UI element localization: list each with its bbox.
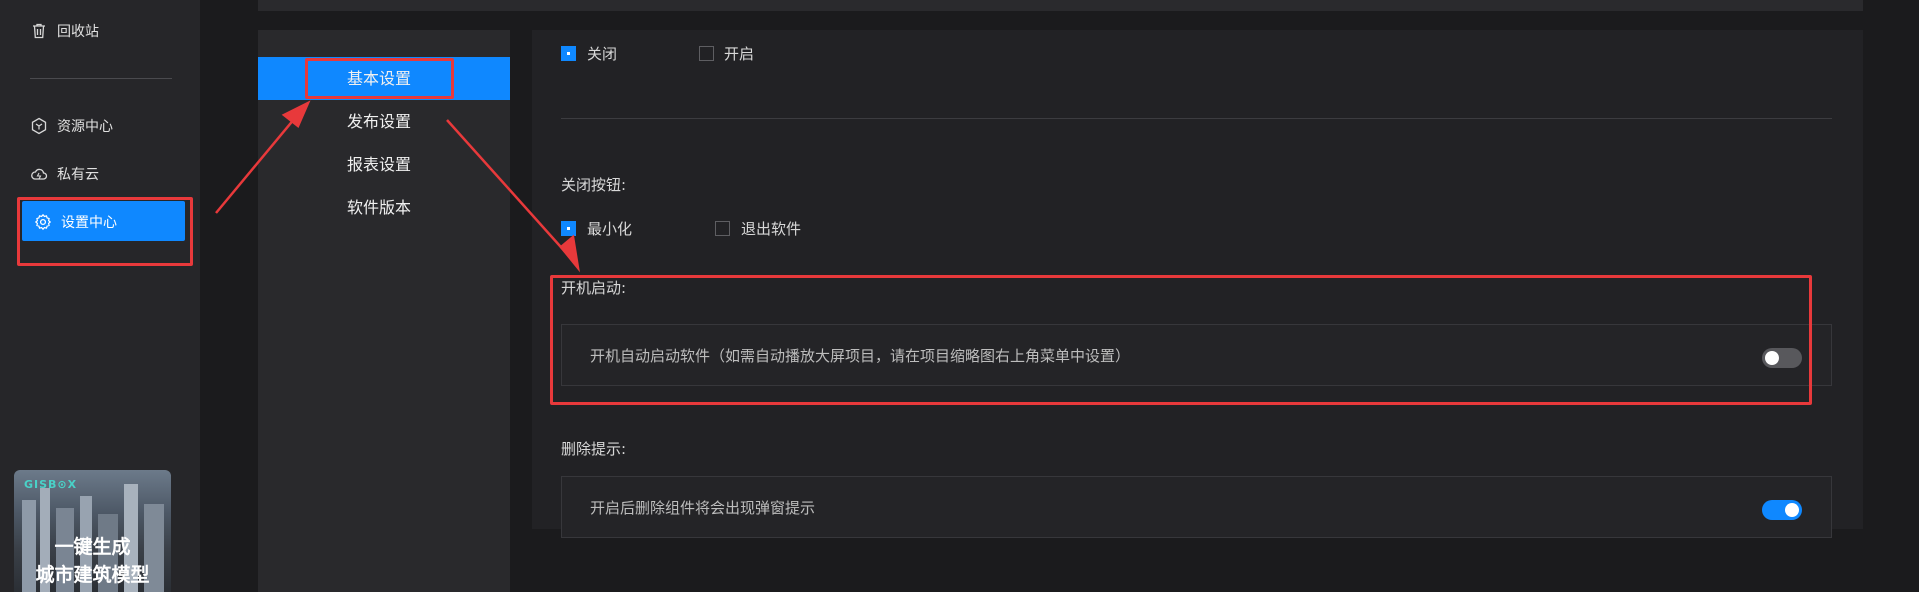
delete-prompt-toggle[interactable]	[1762, 500, 1802, 520]
top-panel-edge	[258, 0, 1863, 11]
banner-headline-1: 一键生成	[54, 536, 131, 558]
submenu-item-label: 软件版本	[347, 198, 412, 217]
submenu-item-report-settings[interactable]: 报表设置	[258, 143, 510, 186]
annotation-highlight-basic-settings	[305, 58, 454, 99]
submenu-item-label: 报表设置	[347, 155, 412, 174]
settings-submenu: 基本设置 发布设置 报表设置 软件版本	[258, 30, 510, 592]
delete-prompt-title: 删除提示:	[561, 440, 627, 458]
minimize-checkbox[interactable]	[561, 221, 576, 236]
promo-banner[interactable]: GISB⊙X 一键生成 城市建筑模型	[14, 470, 171, 592]
delete-prompt-description: 开启后删除组件将会出现弹窗提示	[590, 499, 816, 517]
option-close-checkbox[interactable]	[561, 46, 576, 61]
submenu-item-publish-settings[interactable]: 发布设置	[258, 100, 510, 143]
banner-headline-2: 城市建筑模型	[35, 564, 150, 586]
hexagon-icon	[31, 117, 47, 135]
section-divider	[561, 118, 1832, 119]
trash-icon	[33, 23, 45, 39]
banner-brand-logo: GISB⊙X	[24, 478, 78, 491]
option-close-label: 关闭	[587, 45, 618, 63]
close-button-title: 关闭按钮:	[561, 176, 627, 194]
exit-software-checkbox[interactable]	[715, 221, 730, 236]
submenu-item-software-version[interactable]: 软件版本	[258, 186, 510, 229]
delete-prompt-card: 开启后删除组件将会出现弹窗提示	[561, 476, 1832, 538]
sidebar-item-resource-center[interactable]: 资源中心	[30, 116, 113, 136]
option-open-label: 开启	[724, 45, 755, 63]
left-sidebar: 回收站 资源中心 私有云 设置中心 GISB⊙X 一键生成 城市建筑模型	[0, 0, 200, 592]
cloud-icon	[31, 168, 48, 180]
minimize-label: 最小化	[587, 220, 633, 238]
annotation-highlight-settings-center	[17, 197, 193, 266]
sidebar-item-recycle-bin[interactable]: 回收站	[30, 21, 99, 41]
sidebar-item-label: 资源中心	[57, 119, 113, 135]
option-open-checkbox[interactable]	[699, 46, 714, 61]
exit-software-label: 退出软件	[741, 220, 802, 238]
sidebar-divider	[30, 78, 172, 79]
annotation-highlight-startup	[550, 275, 1812, 405]
sidebar-item-label: 回收站	[57, 24, 99, 40]
submenu-item-label: 发布设置	[347, 112, 412, 131]
toggle-knob	[1785, 503, 1799, 517]
sidebar-item-private-cloud[interactable]: 私有云	[30, 164, 99, 184]
sidebar-item-label: 私有云	[57, 167, 99, 183]
